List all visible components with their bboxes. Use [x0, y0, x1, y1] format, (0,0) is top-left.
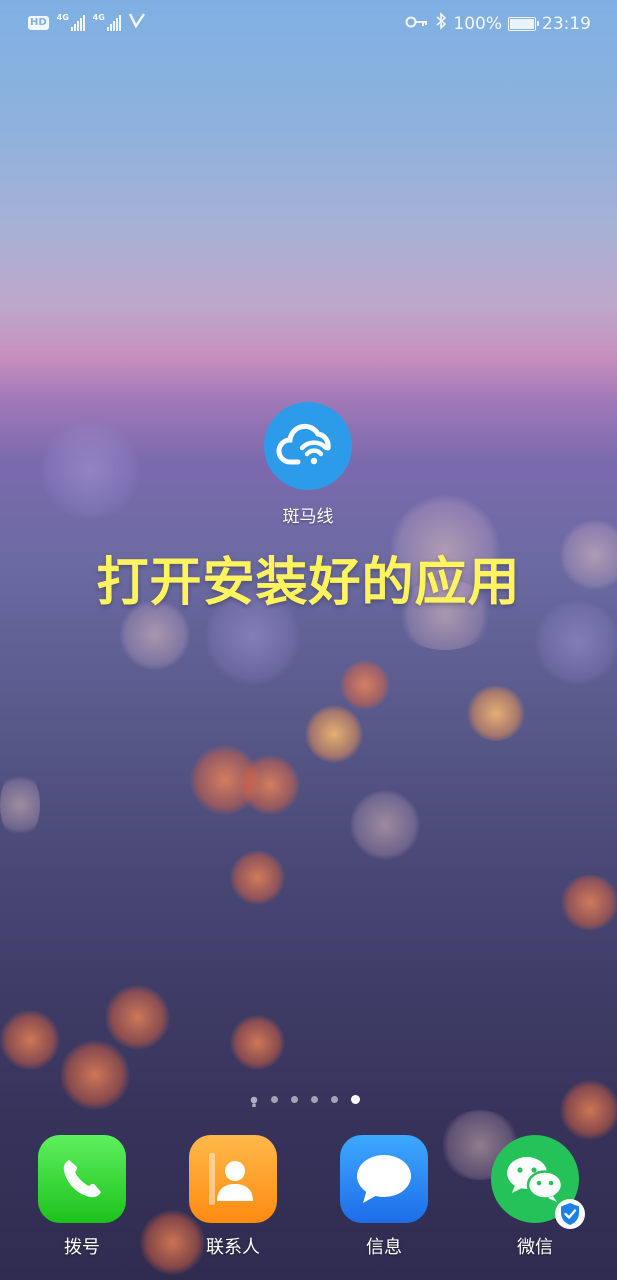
wallpaper-bokeh	[0, 770, 40, 840]
status-bar-right: 100% 23:19	[405, 12, 591, 35]
clock: 23:19	[542, 13, 591, 34]
network-type-label: 4G	[56, 12, 69, 22]
lightbulb-icon	[250, 1093, 258, 1107]
wallpaper-bokeh	[40, 420, 140, 520]
page-dot[interactable]	[271, 1095, 278, 1103]
app-zebra-crossing[interactable]: 斑马线	[264, 402, 352, 527]
dock: 拨号 联系人 信息 微信	[0, 1135, 617, 1265]
page-indicator	[250, 1093, 360, 1107]
bluetooth-icon	[435, 12, 447, 35]
home-screen: HD 4G 4G 100% 23:19 斑马线 打开安装好的应用 拨号 联系人 …	[0, 0, 617, 1280]
network-type-label: 4G	[92, 12, 105, 22]
dock-app-dialer[interactable]: 拨号	[38, 1135, 126, 1258]
battery-percent: 100%	[453, 13, 502, 34]
message-icon[interactable]	[340, 1135, 428, 1223]
page-dot[interactable]	[291, 1095, 298, 1103]
wallpaper-bokeh	[560, 875, 617, 930]
wallpaper-bokeh	[230, 1015, 285, 1070]
wallpaper-bokeh	[0, 1010, 60, 1070]
phone-icon[interactable]	[38, 1135, 126, 1223]
volte-icon	[128, 12, 145, 33]
wallpaper-bokeh	[466, 686, 526, 741]
dock-label: 信息	[366, 1237, 402, 1258]
contacts-icon[interactable]	[189, 1135, 277, 1223]
wallpaper-bokeh	[350, 790, 420, 860]
dock-app-messages[interactable]: 信息	[340, 1135, 428, 1258]
wallpaper-bokeh	[340, 660, 390, 710]
page-dot[interactable]	[331, 1095, 338, 1103]
status-bar: HD 4G 4G 100% 23:19	[0, 0, 617, 44]
dock-app-contacts[interactable]: 联系人	[189, 1135, 277, 1258]
shield-check-icon	[555, 1199, 585, 1229]
status-bar-left: HD 4G 4G	[28, 12, 145, 33]
dock-label: 联系人	[206, 1237, 260, 1258]
cloud-wifi-icon[interactable]	[264, 402, 352, 490]
app-label: 斑马线	[282, 507, 334, 527]
wallpaper-bokeh	[240, 755, 300, 815]
dock-app-wechat[interactable]: 微信	[491, 1135, 585, 1258]
key-icon	[405, 14, 429, 34]
wallpaper-bokeh	[190, 745, 260, 815]
hd-icon: HD	[28, 15, 49, 30]
wallpaper-bokeh	[230, 850, 285, 905]
page-dot[interactable]	[311, 1095, 318, 1103]
wallpaper-bokeh	[305, 705, 363, 763]
signal-icon: 4G	[92, 12, 121, 31]
dock-label: 微信	[517, 1237, 553, 1258]
signal-icon: 4G	[56, 12, 85, 31]
page-dot-active[interactable]	[351, 1094, 360, 1104]
battery-icon	[508, 16, 539, 31]
instruction-caption: 打开安装好的应用	[96, 553, 521, 613]
wallpaper-bokeh	[60, 1040, 130, 1110]
wallpaper-bokeh	[105, 985, 170, 1050]
wechat-icon[interactable]	[491, 1135, 585, 1229]
wallpaper-bokeh	[560, 1080, 617, 1140]
dock-label: 拨号	[64, 1237, 100, 1258]
